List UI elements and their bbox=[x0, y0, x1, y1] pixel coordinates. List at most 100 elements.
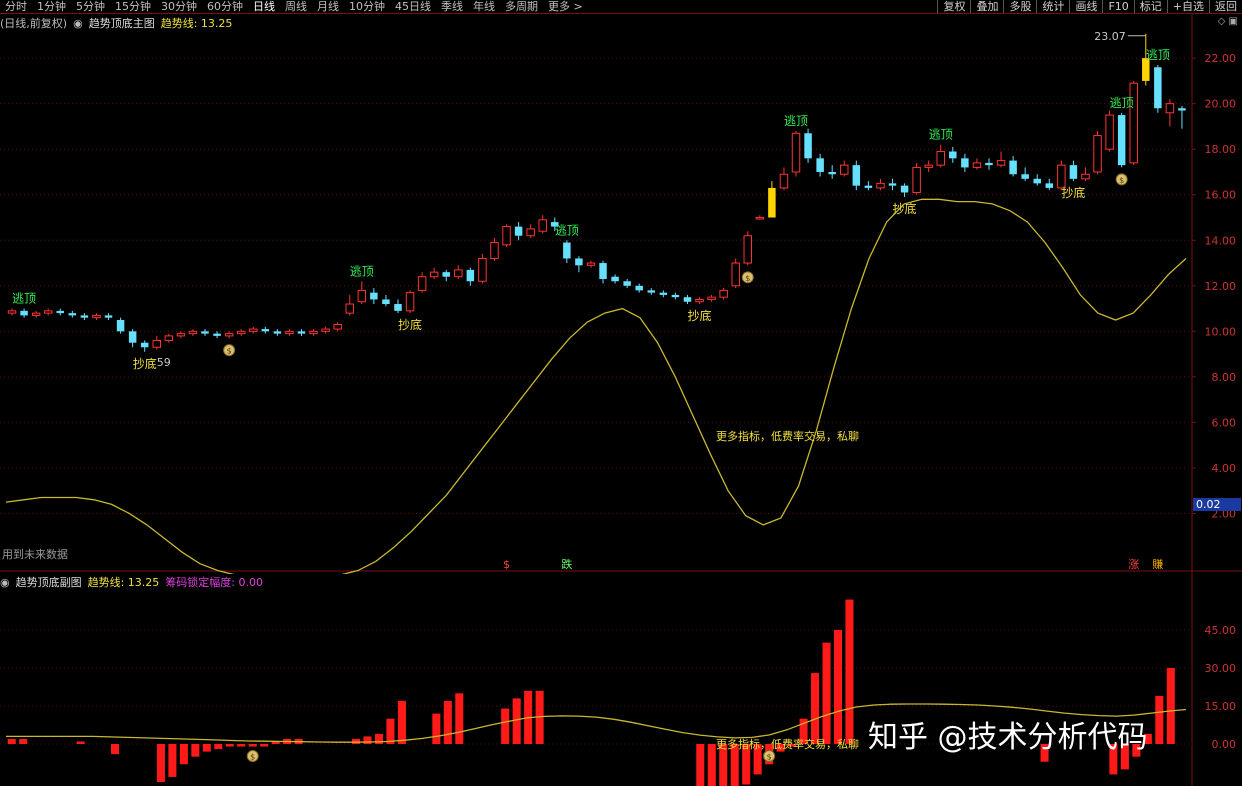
period-tab-9[interactable]: 10分钟 bbox=[344, 0, 390, 13]
candle bbox=[1178, 105, 1186, 129]
candle bbox=[852, 160, 861, 191]
candle-body bbox=[405, 292, 415, 312]
candle-body bbox=[719, 289, 728, 298]
candle-body bbox=[840, 164, 849, 175]
candle bbox=[671, 292, 680, 300]
candle-body bbox=[478, 257, 487, 282]
candle-body bbox=[611, 276, 619, 282]
sub-bar bbox=[1155, 695, 1164, 744]
period-tab-1[interactable]: 1分钟 bbox=[32, 0, 71, 13]
period-tab-6[interactable]: 日线 bbox=[248, 0, 280, 13]
y-tick-label: 10.00 bbox=[1205, 325, 1237, 338]
sub-bar bbox=[76, 741, 85, 744]
toolbar-button-1[interactable]: 叠加 bbox=[970, 0, 1003, 13]
candle-body bbox=[912, 166, 921, 193]
period-tab-3[interactable]: 15分钟 bbox=[110, 0, 156, 13]
candle-body bbox=[852, 165, 861, 186]
period-tab-11[interactable]: 季线 bbox=[436, 0, 468, 13]
candle-body bbox=[635, 285, 643, 291]
sub-bar bbox=[202, 744, 211, 752]
sub-bar bbox=[845, 599, 854, 744]
sub-bar bbox=[237, 744, 246, 747]
toolbar-button-0[interactable]: 复权 bbox=[937, 0, 970, 13]
candle bbox=[56, 308, 65, 316]
candle bbox=[188, 329, 198, 336]
candle bbox=[116, 317, 125, 334]
candle-body bbox=[502, 226, 511, 246]
candle bbox=[1093, 131, 1102, 175]
candle bbox=[333, 322, 342, 332]
toolbar-button-4[interactable]: 画线 bbox=[1069, 0, 1102, 13]
candle-body bbox=[755, 217, 765, 220]
money-bag-glyph: $ bbox=[250, 753, 255, 762]
sub-bar bbox=[696, 744, 705, 786]
candle bbox=[478, 253, 487, 284]
toolbar-button-5[interactable]: F10 bbox=[1102, 0, 1133, 13]
bottom-marker: 賺 bbox=[1152, 557, 1163, 571]
candle-body bbox=[1009, 160, 1017, 175]
future-data-note: 用到未来数据 bbox=[2, 548, 68, 561]
period-tab-14[interactable]: 更多 > bbox=[543, 0, 588, 13]
period-tab-12[interactable]: 年线 bbox=[468, 0, 500, 13]
candle-body bbox=[683, 297, 692, 302]
candle-body bbox=[273, 331, 282, 334]
toolbar-button-8[interactable]: 返回 bbox=[1209, 0, 1242, 13]
period-tab-8[interactable]: 月线 bbox=[312, 0, 344, 13]
candle bbox=[768, 181, 776, 218]
toolbar-button-7[interactable]: +自选 bbox=[1166, 0, 1209, 13]
toolbar-button-6[interactable]: 标记 bbox=[1133, 0, 1167, 13]
period-tab-10[interactable]: 45日线 bbox=[390, 0, 436, 13]
candle-body bbox=[164, 335, 174, 341]
toolbar-button-3[interactable]: 统计 bbox=[1036, 0, 1069, 13]
candle-body bbox=[563, 242, 571, 259]
period-tab-7[interactable]: 周线 bbox=[280, 0, 312, 13]
candle bbox=[912, 162, 921, 195]
candle bbox=[261, 326, 270, 334]
candle bbox=[394, 299, 402, 314]
sub-promo-text: 更多指标，低费率交易，私聊 bbox=[716, 737, 859, 751]
period-tab-13[interactable]: 多周期 bbox=[500, 0, 543, 13]
candle-body bbox=[1045, 183, 1054, 188]
period-tab-2[interactable]: 5分钟 bbox=[71, 0, 110, 13]
candle-body bbox=[116, 319, 125, 332]
candle-body bbox=[370, 292, 378, 300]
sub-bar bbox=[833, 630, 843, 744]
candle bbox=[864, 181, 873, 191]
candle-body bbox=[321, 328, 330, 332]
y-tick-label: 16.00 bbox=[1205, 189, 1237, 202]
candle-body bbox=[442, 272, 450, 277]
sub-bar bbox=[225, 744, 234, 747]
period-tabs: 分时 1分钟 5分钟 15分钟 30分钟 60分钟 日线 周线 月线 10分钟 45日线 季线 年线 多周… bbox=[0, 0, 588, 13]
candle bbox=[405, 290, 415, 314]
watermark: 知乎 @技术分析代码 bbox=[868, 720, 1148, 755]
candle-body bbox=[647, 290, 656, 293]
candle-body bbox=[68, 313, 77, 316]
sub-bar bbox=[179, 744, 188, 765]
period-tab-5[interactable]: 60分钟 bbox=[202, 0, 248, 13]
candle bbox=[201, 329, 209, 336]
candle-body bbox=[1093, 135, 1102, 173]
candle-body bbox=[1165, 103, 1175, 114]
candle bbox=[949, 146, 957, 163]
candle bbox=[297, 329, 306, 336]
sub-bar bbox=[822, 642, 831, 744]
y-tick-label: 18.00 bbox=[1205, 143, 1237, 156]
candle-body bbox=[382, 299, 390, 305]
candle bbox=[68, 310, 77, 318]
candle-body bbox=[128, 331, 137, 343]
candle bbox=[683, 294, 692, 305]
candle-body bbox=[804, 133, 812, 159]
sub-bar bbox=[156, 744, 165, 782]
candle bbox=[1117, 112, 1126, 168]
toolbar-button-2[interactable]: 多股 bbox=[1003, 0, 1036, 13]
sub-bar bbox=[811, 673, 820, 744]
period-tab-4[interactable]: 30分钟 bbox=[156, 0, 202, 13]
candle-body bbox=[249, 328, 258, 332]
candle bbox=[900, 183, 909, 198]
candle-body bbox=[924, 164, 933, 168]
y-tick-label: 12.00 bbox=[1205, 280, 1237, 293]
sub-bar bbox=[191, 744, 200, 757]
period-tab-0[interactable]: 分时 bbox=[0, 0, 32, 13]
candle-body bbox=[454, 269, 463, 278]
candle bbox=[575, 256, 583, 273]
